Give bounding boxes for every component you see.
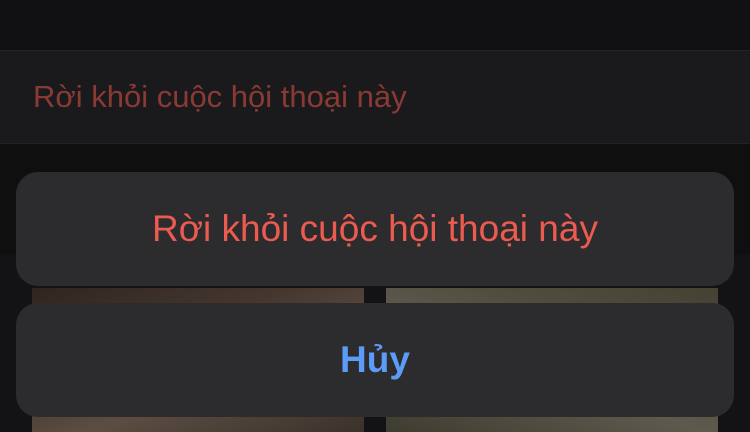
background-leave-row-label: Rời khỏi cuộc hội thoại này	[33, 79, 407, 114]
cancel-button[interactable]: Hủy	[16, 303, 734, 417]
screen: Rời khỏi cuộc hội thoại này Rời khỏi cuộ…	[0, 0, 750, 432]
cancel-label: Hủy	[340, 339, 410, 380]
background-header	[0, 0, 750, 50]
background-leave-row: Rời khỏi cuộc hội thoại này	[0, 50, 750, 144]
leave-conversation-label: Rời khỏi cuộc hội thoại này	[152, 208, 598, 249]
leave-conversation-button[interactable]: Rời khỏi cuộc hội thoại này	[16, 172, 734, 286]
